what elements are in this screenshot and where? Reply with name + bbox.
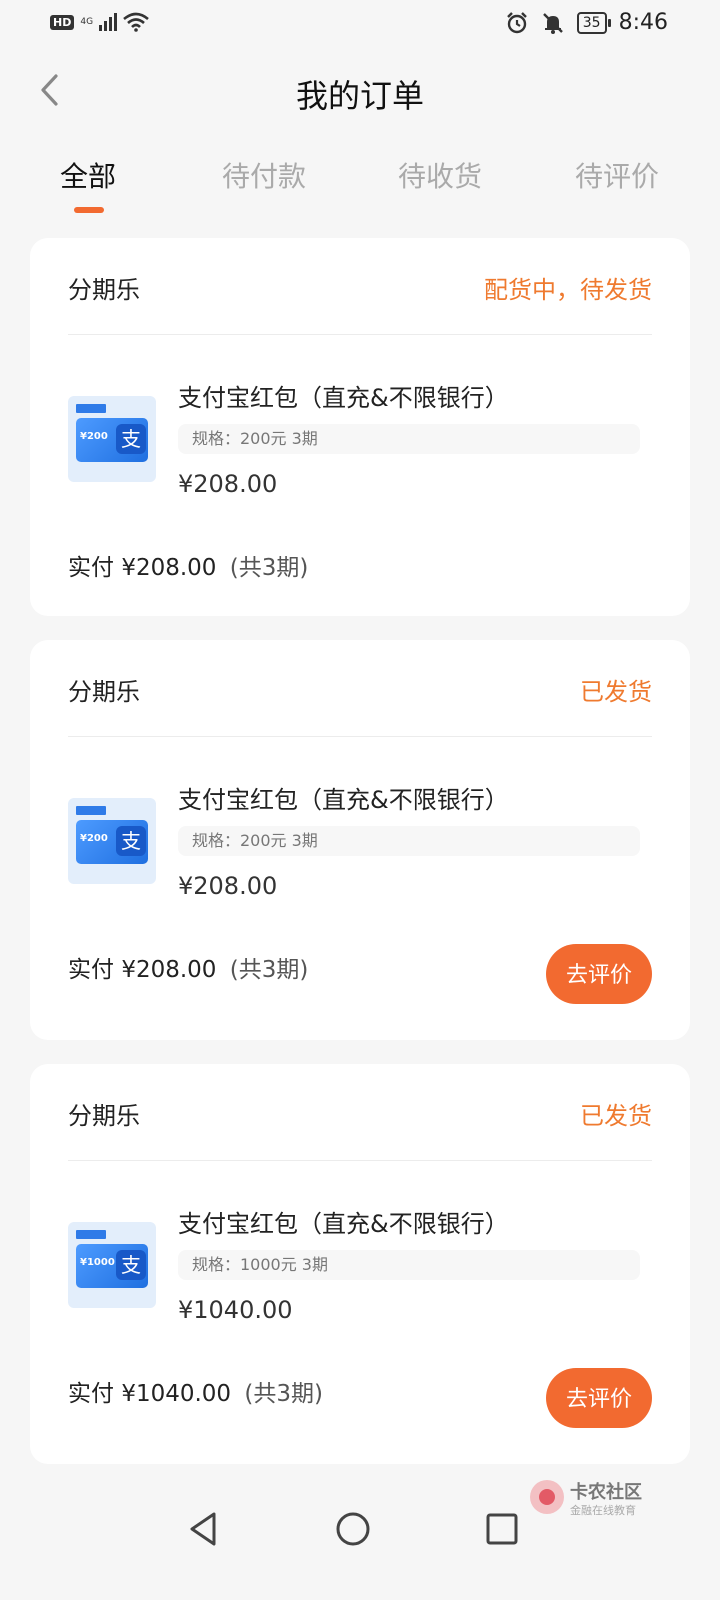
hd-badge: HD [50, 14, 75, 30]
installment-periods: (共3期) [229, 957, 309, 983]
product-thumbnail[interactable]: ¥200 支 [68, 396, 156, 482]
paid-summary: 实付 ¥208.00 (共3期) [68, 548, 308, 582]
tab-pending-receipt[interactable]: 待收货 [398, 155, 482, 195]
thumbnail-amount: ¥1000 [80, 1257, 115, 1268]
divider [68, 736, 652, 737]
shop-name: 分期乐 [68, 276, 140, 304]
alipay-icon: 支 [116, 826, 146, 856]
shop-name: 分期乐 [68, 1102, 140, 1130]
divider [68, 1160, 652, 1161]
status-left: HD 4G [50, 12, 149, 32]
paid-label: 实付 [68, 1381, 114, 1407]
alipay-logo [76, 806, 106, 815]
shop-name: 分期乐 [68, 678, 140, 706]
system-nav-bar [0, 1495, 720, 1565]
installment-periods: (共3期) [229, 555, 309, 581]
thumbnail-amount: ¥200 [80, 833, 108, 844]
clock: 8:46 [618, 10, 668, 35]
alipay-logo [76, 1230, 106, 1239]
review-button[interactable]: 去评价 [546, 944, 652, 1004]
order-card[interactable]: 分期乐 配货中，待发货 ¥200 支 支付宝红包（直充&不限银行） 规格：200… [30, 238, 690, 616]
product-name[interactable]: 支付宝红包（直充&不限银行） [178, 780, 509, 815]
back-triangle-icon[interactable] [182, 1507, 226, 1551]
alipay-logo [76, 404, 106, 413]
review-button[interactable]: 去评价 [546, 1368, 652, 1428]
product-spec: 规格：200元 3期 [178, 424, 640, 454]
active-tab-indicator [74, 207, 104, 213]
mute-bell-icon [542, 12, 563, 34]
page-title: 我的订单 [295, 77, 424, 115]
product-name[interactable]: 支付宝红包（直充&不限银行） [178, 378, 509, 413]
home-circle-icon[interactable] [331, 1507, 375, 1551]
status-right: 35 8:46 [505, 10, 668, 35]
product-thumbnail[interactable]: ¥1000 支 [68, 1222, 156, 1308]
product-price: ¥208.00 [178, 470, 278, 498]
product-spec: 规格：1000元 3期 [178, 1250, 640, 1280]
product-name[interactable]: 支付宝红包（直充&不限银行） [178, 1204, 509, 1239]
spec-text: 规格：200元 3期 [192, 429, 318, 448]
paid-label: 实付 [68, 555, 114, 581]
alarm-icon [506, 11, 527, 33]
product-price: ¥1040.00 [178, 1296, 293, 1324]
network-type: 4G [80, 16, 94, 27]
status-bar: HD 4G 35 8:46 [0, 0, 720, 50]
paid-summary: 实付 ¥208.00 (共3期) [68, 950, 308, 984]
product-thumbnail[interactable]: ¥200 支 [68, 798, 156, 884]
tab-pending-payment[interactable]: 待付款 [222, 155, 306, 195]
paid-amount: ¥208.00 [121, 555, 217, 581]
tab-all[interactable]: 全部 [60, 155, 116, 195]
battery-icon: 35 [576, 11, 611, 34]
order-card[interactable]: 分期乐 已发货 ¥1000 支 支付宝红包（直充&不限银行） 规格：1000元 … [30, 1064, 690, 1464]
signal-icon [99, 13, 118, 31]
wifi-icon [123, 12, 149, 32]
product-price: ¥208.00 [178, 872, 278, 900]
order-status: 已发货 [580, 1102, 652, 1130]
order-status: 已发货 [580, 678, 652, 706]
order-card[interactable]: 分期乐 已发货 ¥200 支 支付宝红包（直充&不限银行） 规格：200元 3期… [30, 640, 690, 1040]
product-spec: 规格：200元 3期 [178, 826, 640, 856]
paid-amount: ¥1040.00 [121, 1381, 232, 1407]
paid-amount: ¥208.00 [121, 957, 217, 983]
divider [68, 334, 652, 335]
alipay-icon: 支 [116, 1250, 146, 1280]
spec-text: 规格：1000元 3期 [192, 1255, 328, 1274]
tab-pending-review[interactable]: 待评价 [575, 155, 659, 195]
paid-label: 实付 [68, 957, 114, 983]
recents-square-icon[interactable] [480, 1507, 524, 1551]
thumbnail-amount: ¥200 [80, 431, 108, 442]
spec-text: 规格：200元 3期 [192, 831, 318, 850]
order-status: 配货中，待发货 [484, 276, 652, 304]
alipay-icon: 支 [116, 424, 146, 454]
paid-summary: 实付 ¥1040.00 (共3期) [68, 1374, 323, 1408]
page-header: 我的订单 [0, 55, 720, 125]
order-tabs: 全部 待付款 待收货 待评价 [0, 155, 720, 215]
installment-periods: (共3期) [244, 1381, 323, 1407]
